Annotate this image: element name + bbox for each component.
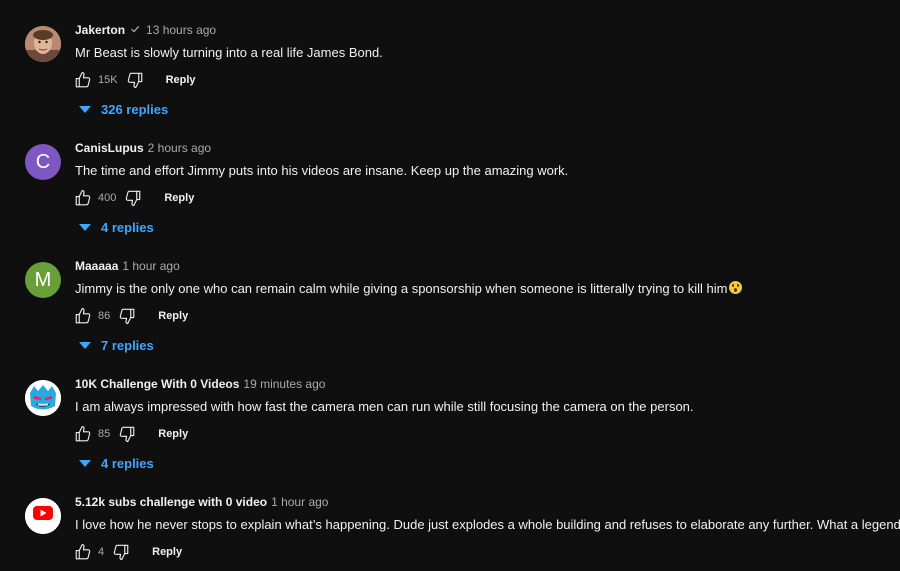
comments-section: Jakerton 13 hours ago Mr Beast is slowly…: [0, 0, 900, 571]
reply-button[interactable]: Reply: [152, 546, 182, 558]
comment-text: I love how he never stops to explain wha…: [75, 517, 900, 532]
comment-header: Jakerton 13 hours ago: [75, 23, 216, 37]
like-button[interactable]: [74, 425, 92, 443]
thumbs-down-icon: [126, 190, 141, 207]
dislike-button[interactable]: [118, 307, 136, 325]
avatar[interactable]: M: [25, 262, 61, 298]
beast-logo-avatar: [25, 380, 61, 416]
reply-button[interactable]: Reply: [158, 310, 188, 322]
verified-check-icon: [130, 23, 140, 37]
like-count: 15K: [98, 74, 118, 86]
thumbs-up-icon: [75, 543, 91, 560]
thumbs-down-icon: [127, 72, 142, 89]
author-name[interactable]: Maaaaa: [75, 259, 118, 273]
dislike-button[interactable]: [112, 543, 130, 561]
thumbs-up-icon: [75, 71, 91, 88]
like-button[interactable]: [74, 543, 92, 561]
view-replies-button[interactable]: 7 replies: [79, 338, 154, 353]
view-replies-button[interactable]: 4 replies: [79, 220, 154, 235]
thumbs-up-icon: [75, 307, 91, 324]
caret-down-icon: [79, 102, 91, 117]
thumbs-down-icon: [113, 544, 129, 561]
comment-thread: C CanisLupus 2 hours ago The time and ef…: [0, 118, 900, 236]
comment-actions: 85 Reply: [74, 424, 188, 444]
comment-text: I am always impressed with how fast the …: [75, 399, 694, 414]
like-count: 86: [98, 310, 111, 322]
avatar-letter: C: [35, 150, 51, 173]
comment-timestamp[interactable]: 13 hours ago: [146, 23, 216, 37]
comment-timestamp[interactable]: 1 hour ago: [271, 495, 328, 509]
author-name[interactable]: Jakerton: [75, 23, 125, 37]
comment-timestamp[interactable]: 19 minutes ago: [243, 377, 325, 391]
like-button[interactable]: [74, 71, 92, 89]
comment-timestamp[interactable]: 1 hour ago: [122, 259, 179, 273]
view-replies-button[interactable]: 4 replies: [79, 456, 154, 471]
reply-button[interactable]: Reply: [158, 428, 188, 440]
face-photo-avatar: [25, 26, 61, 62]
caret-down-icon: [79, 338, 91, 353]
youtube-logo-avatar: [25, 498, 61, 534]
replies-count-label: 4 replies: [101, 220, 154, 235]
author-name[interactable]: 10K Challenge With 0 Videos: [75, 377, 239, 391]
comment-text: The time and effort Jimmy puts into his …: [75, 163, 569, 178]
comment-text-body: Jimmy is the only one who can remain cal…: [75, 281, 728, 296]
caret-down-icon: [79, 220, 91, 235]
view-replies-button[interactable]: 326 replies: [79, 102, 168, 117]
avatar[interactable]: [25, 380, 61, 416]
thumbs-up-icon: [75, 425, 91, 442]
comment-timestamp[interactable]: 2 hours ago: [148, 141, 211, 155]
comment-actions: 4 Reply: [74, 542, 182, 562]
like-button[interactable]: [74, 307, 92, 325]
caret-down-icon: [79, 456, 91, 471]
author-name[interactable]: 5.12k subs challenge with 0 video: [75, 495, 267, 509]
comment-thread: 10K Challenge With 0 Videos 19 minutes a…: [0, 354, 900, 472]
thumbs-up-icon: [75, 189, 91, 206]
astonished-face-icon: [729, 281, 743, 294]
comment-thread: 5.12k subs challenge with 0 video 1 hour…: [0, 472, 900, 571]
comment-header: 10K Challenge With 0 Videos 19 minutes a…: [75, 377, 325, 391]
like-count: 4: [98, 546, 105, 558]
comment-text: Mr Beast is slowly turning into a real l…: [75, 45, 383, 60]
comment-thread: M Maaaaa 1 hour ago Jimmy is the only on…: [0, 236, 900, 354]
replies-count-label: 4 replies: [101, 456, 154, 471]
avatar[interactable]: C: [25, 144, 61, 180]
reply-button[interactable]: Reply: [164, 192, 194, 204]
avatar[interactable]: [25, 26, 61, 62]
comment-header: CanisLupus 2 hours ago: [75, 141, 211, 155]
like-button[interactable]: [74, 189, 92, 207]
author-name[interactable]: CanisLupus: [75, 141, 144, 155]
reply-button[interactable]: Reply: [166, 74, 196, 86]
dislike-button[interactable]: [118, 425, 136, 443]
avatar-letter: M: [34, 268, 52, 291]
thumbs-down-icon: [119, 426, 135, 443]
comment-actions: 15K Reply: [74, 70, 196, 90]
comment-thread: Jakerton 13 hours ago Mr Beast is slowly…: [0, 0, 900, 118]
replies-count-label: 326 replies: [101, 102, 169, 117]
like-count: 400: [98, 192, 117, 204]
dislike-button[interactable]: [124, 189, 142, 207]
comment-text: Jimmy is the only one who can remain cal…: [75, 281, 743, 296]
comment-actions: 400 Reply: [74, 188, 194, 208]
like-count: 85: [98, 428, 111, 440]
comment-header: Maaaaa 1 hour ago: [75, 259, 180, 273]
comment-actions: 86 Reply: [74, 306, 188, 326]
comment-header: 5.12k subs challenge with 0 video 1 hour…: [75, 495, 328, 509]
dislike-button[interactable]: [126, 71, 144, 89]
thumbs-down-icon: [119, 308, 135, 325]
avatar[interactable]: [25, 498, 61, 534]
replies-count-label: 7 replies: [101, 338, 154, 353]
